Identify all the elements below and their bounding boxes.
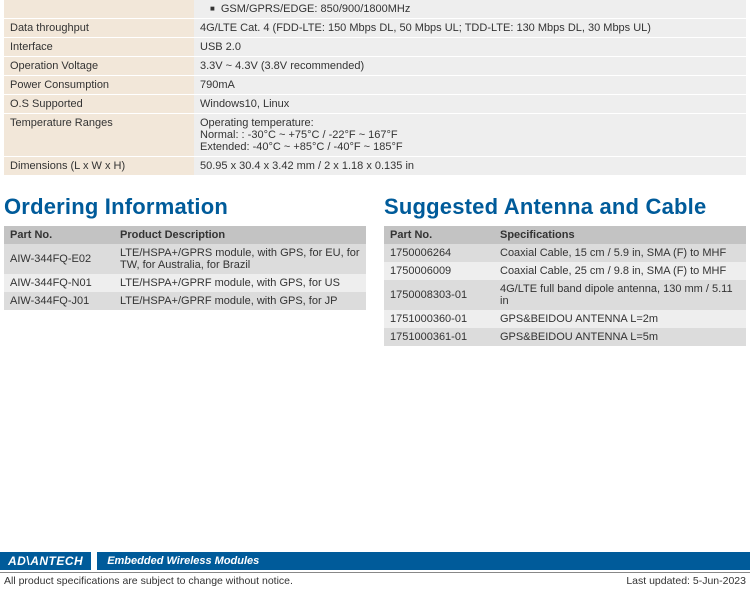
- antenna-spec: GPS&BEIDOU ANTENNA L=5m: [494, 328, 746, 346]
- table-row: 1750006264 Coaxial Cable, 15 cm / 5.9 in…: [384, 244, 746, 262]
- table-row: AIW-344FQ-N01 LTE/HSPA+/GPRF module, wit…: [4, 274, 366, 292]
- spec-label-temperature: Temperature Ranges: [4, 114, 194, 157]
- table-row: AIW-344FQ-J01 LTE/HSPA+/GPRF module, wit…: [4, 292, 366, 310]
- spec-label: Operation Voltage: [4, 57, 194, 76]
- antenna-header-spec: Specifications: [494, 226, 746, 244]
- ordering-desc: LTE/HSPA+/GPRS module, with GPS, for EU,…: [114, 244, 366, 274]
- antenna-pn: 1750008303-01: [384, 280, 494, 310]
- page-footer: AD\ANTECH Embedded Wireless Modules All …: [0, 552, 750, 591]
- table-row: 1750006009 Coaxial Cable, 25 cm / 9.8 in…: [384, 262, 746, 280]
- ordering-desc: LTE/HSPA+/GPRF module, with GPS, for US: [114, 274, 366, 292]
- ordering-pn: AIW-344FQ-J01: [4, 292, 114, 310]
- spec-value: 3.3V ~ 4.3V (3.8V recommended): [194, 57, 746, 76]
- spec-label: Interface: [4, 38, 194, 57]
- table-row: 1751000360-01 GPS&BEIDOU ANTENNA L=2m: [384, 310, 746, 328]
- antenna-pn: 1751000361-01: [384, 328, 494, 346]
- ordering-pn: AIW-344FQ-N01: [4, 274, 114, 292]
- spec-value-temperature: Operating temperature: Normal: : -30°C ~…: [194, 114, 746, 157]
- spec-value: 4G/LTE Cat. 4 (FDD-LTE: 150 Mbps DL, 50 …: [194, 19, 746, 38]
- table-row: 1750008303-01 4G/LTE full band dipole an…: [384, 280, 746, 310]
- ordering-header-desc: Product Description: [114, 226, 366, 244]
- spec-label: O.S Supported: [4, 95, 194, 114]
- spec-bullet-gsm: GSM/GPRS/EDGE: 850/900/1800MHz: [200, 3, 410, 15]
- ordering-header-pn: Part No.: [4, 226, 114, 244]
- spec-value: USB 2.0: [194, 38, 746, 57]
- spec-label: Power Consumption: [4, 76, 194, 95]
- antenna-pn: 1751000360-01: [384, 310, 494, 328]
- footer-disclaimer: All product specifications are subject t…: [4, 575, 293, 587]
- spec-value: Windows10, Linux: [194, 95, 746, 114]
- brand-category: Embedded Wireless Modules: [97, 552, 750, 570]
- antenna-header-pn: Part No.: [384, 226, 494, 244]
- antenna-pn: 1750006264: [384, 244, 494, 262]
- spec-table: GSM/GPRS/EDGE: 850/900/1800MHz Data thro…: [4, 0, 746, 176]
- antenna-spec: GPS&BEIDOU ANTENNA L=2m: [494, 310, 746, 328]
- antenna-title: Suggested Antenna and Cable: [384, 194, 746, 220]
- table-row: AIW-344FQ-E02 LTE/HSPA+/GPRS module, wit…: [4, 244, 366, 274]
- ordering-title: Ordering Information: [4, 194, 366, 220]
- ordering-desc: LTE/HSPA+/GPRF module, with GPS, for JP: [114, 292, 366, 310]
- spec-label-dimensions: Dimensions (L x W x H): [4, 157, 194, 176]
- antenna-spec: Coaxial Cable, 15 cm / 5.9 in, SMA (F) t…: [494, 244, 746, 262]
- brand-logo: AD\ANTECH: [0, 552, 91, 570]
- spec-value-dimensions: 50.95 x 30.4 x 3.42 mm / 2 x 1.18 x 0.13…: [194, 157, 746, 176]
- antenna-pn: 1750006009: [384, 262, 494, 280]
- ordering-table: Part No. Product Description AIW-344FQ-E…: [4, 226, 366, 310]
- antenna-spec: Coaxial Cable, 25 cm / 9.8 in, SMA (F) t…: [494, 262, 746, 280]
- table-row: 1751000361-01 GPS&BEIDOU ANTENNA L=5m: [384, 328, 746, 346]
- footer-updated: Last updated: 5-Jun-2023: [626, 575, 746, 587]
- antenna-table: Part No. Specifications 1750006264 Coaxi…: [384, 226, 746, 346]
- antenna-spec: 4G/LTE full band dipole antenna, 130 mm …: [494, 280, 746, 310]
- spec-label: Data throughput: [4, 19, 194, 38]
- spec-value: 790mA: [194, 76, 746, 95]
- ordering-pn: AIW-344FQ-E02: [4, 244, 114, 274]
